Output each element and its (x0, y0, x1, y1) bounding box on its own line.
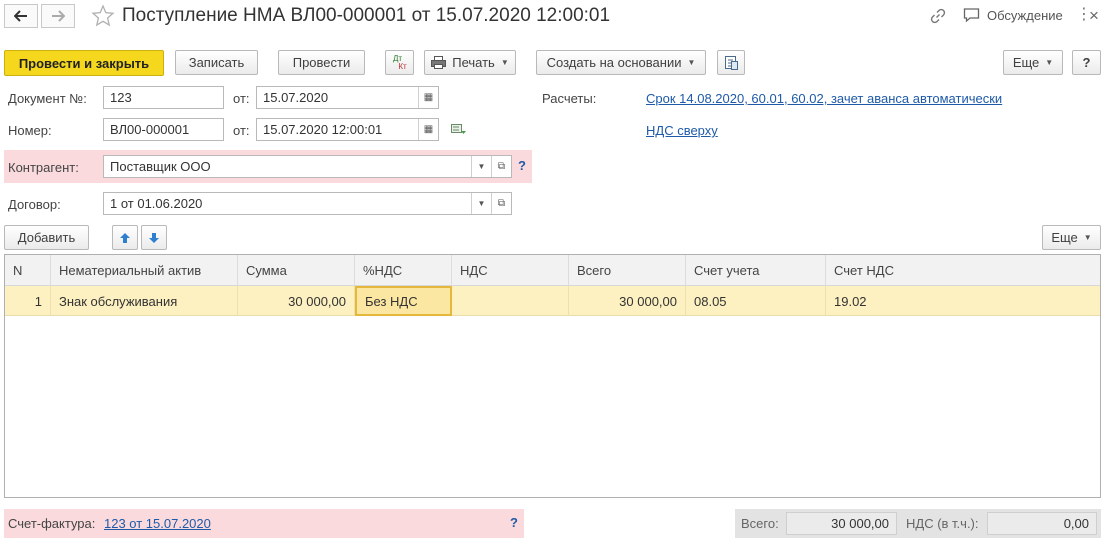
table-more-button[interactable]: Еще ▼ (1042, 225, 1101, 250)
dropdown-arrow-icon: ▼ (1045, 58, 1054, 67)
dropdown-arrow-icon[interactable]: ▼ (471, 156, 491, 177)
more-button[interactable]: Еще ▼ (1003, 50, 1063, 75)
column-header-amount[interactable]: Сумма (238, 255, 355, 286)
number-date-from-label: от: (233, 123, 250, 138)
table-more-label: Еще (1051, 230, 1078, 245)
printer-icon (431, 56, 447, 69)
edit-number-icon[interactable] (451, 124, 467, 139)
add-row-button[interactable]: Добавить (4, 225, 89, 250)
dropdown-arrow-icon[interactable]: ▼ (471, 193, 491, 214)
arrow-right-icon (52, 10, 65, 22)
help-button[interactable]: ? (1072, 50, 1101, 75)
back-button[interactable] (4, 4, 38, 28)
post-button[interactable]: Провести (278, 50, 365, 75)
discussion-label: Обсуждение (987, 7, 1063, 23)
counterparty-label: Контрагент: (8, 160, 79, 175)
structure-button[interactable] (717, 50, 745, 75)
dt-kt-button[interactable]: Дт Кт (385, 50, 414, 75)
invoice-link[interactable]: 123 от 15.07.2020 (104, 516, 211, 531)
calendar-icon[interactable]: ▦ (418, 119, 438, 140)
open-icon[interactable]: ⧉ (491, 193, 511, 214)
cell-vat-account[interactable]: 19.02 (826, 286, 1100, 316)
dropdown-arrow-icon: ▼ (1083, 233, 1092, 242)
table-header: N Нематериальный актив Сумма %НДС НДС Вс… (5, 255, 1100, 286)
more-label: Еще (1012, 55, 1040, 70)
page-title: Поступление НМА ВЛ00-000001 от 15.07.202… (122, 5, 611, 26)
cell-total[interactable]: 30 000,00 (569, 286, 686, 316)
invoice-label: Счет-фактура: (8, 516, 96, 531)
print-label: Печать (452, 55, 495, 70)
vat-total-label: НДС (в т.ч.): (906, 516, 979, 531)
number-label: Номер: (8, 123, 52, 138)
number-field[interactable]: ВЛ00-000001 (103, 118, 224, 141)
chat-icon (963, 8, 980, 23)
column-header-n[interactable]: N (5, 255, 51, 286)
column-header-vat-rate[interactable]: %НДС (355, 255, 452, 286)
doc-date-from-label: от: (233, 91, 250, 106)
cell-account[interactable]: 08.05 (686, 286, 826, 316)
column-header-vat[interactable]: НДС (452, 255, 569, 286)
print-button[interactable]: Печать ▼ (424, 50, 516, 75)
create-based-on-label: Создать на основании (546, 55, 682, 70)
total-label: Всего: (741, 516, 779, 531)
table-row[interactable]: 1 Знак обслуживания 30 000,00 Без НДС 30… (5, 286, 1100, 316)
invoice-help-icon[interactable]: ? (510, 515, 518, 530)
number-date-value: 15.07.2020 12:00:01 (263, 122, 383, 137)
dropdown-arrow-icon: ▼ (500, 58, 509, 67)
arrow-left-icon (14, 10, 27, 22)
column-header-asset[interactable]: Нематериальный актив (51, 255, 238, 286)
contract-field[interactable]: 1 от 01.06.2020 ▼ ⧉ (103, 192, 512, 215)
doc-number-field[interactable]: 123 (103, 86, 224, 109)
close-icon[interactable]: × (1089, 6, 1099, 26)
calendar-icon[interactable]: ▦ (418, 87, 438, 108)
cell-vat[interactable] (452, 286, 569, 316)
document-structure-icon (724, 55, 738, 70)
dropdown-arrow-icon: ▼ (687, 58, 696, 67)
counterparty-help-icon[interactable]: ? (518, 158, 526, 173)
move-up-button[interactable] (112, 225, 138, 250)
move-down-button[interactable] (141, 225, 167, 250)
open-icon[interactable]: ⧉ (491, 156, 511, 177)
post-and-close-button[interactable]: Провести и закрыть (4, 50, 164, 76)
counterparty-field[interactable]: Поставщик ООО ▼ ⧉ (103, 155, 512, 178)
settlements-link[interactable]: Срок 14.08.2020, 60.01, 60.02, зачет ава… (646, 91, 1002, 106)
arrow-down-icon (149, 232, 159, 243)
dt-kt-icon-bottom: Кт (398, 61, 407, 71)
cell-vat-rate[interactable]: Без НДС (355, 286, 452, 316)
doc-number-label: Документ №: (8, 91, 87, 106)
forward-button[interactable] (41, 4, 75, 28)
counterparty-value: Поставщик ООО (110, 159, 211, 174)
doc-date-field[interactable]: 15.07.2020 ▦ (256, 86, 439, 109)
discussion-button[interactable]: Обсуждение (963, 7, 1063, 23)
total-value: 30 000,00 (786, 512, 897, 535)
number-date-field[interactable]: 15.07.2020 12:00:01 ▦ (256, 118, 439, 141)
create-based-on-button[interactable]: Создать на основании ▼ (536, 50, 706, 75)
link-icon[interactable] (930, 8, 946, 27)
doc-date-value: 15.07.2020 (263, 90, 329, 105)
contract-label: Договор: (8, 197, 61, 212)
column-header-total[interactable]: Всего (569, 255, 686, 286)
vat-on-top-link[interactable]: НДС сверху (646, 123, 718, 138)
cell-asset[interactable]: Знак обслуживания (51, 286, 238, 316)
settlements-label: Расчеты: (542, 91, 597, 106)
save-button[interactable]: Записать (175, 50, 258, 75)
column-header-account[interactable]: Счет учета (686, 255, 826, 286)
cell-n[interactable]: 1 (5, 286, 51, 316)
assets-table[interactable]: N Нематериальный актив Сумма %НДС НДС Вс… (4, 254, 1101, 498)
contract-value: 1 от 01.06.2020 (110, 196, 203, 211)
column-header-vat-account[interactable]: Счет НДС (826, 255, 1100, 286)
cell-amount[interactable]: 30 000,00 (238, 286, 355, 316)
arrow-up-icon (120, 232, 130, 243)
vat-total-value: 0,00 (987, 512, 1097, 535)
favorite-star-icon[interactable] (91, 4, 115, 31)
